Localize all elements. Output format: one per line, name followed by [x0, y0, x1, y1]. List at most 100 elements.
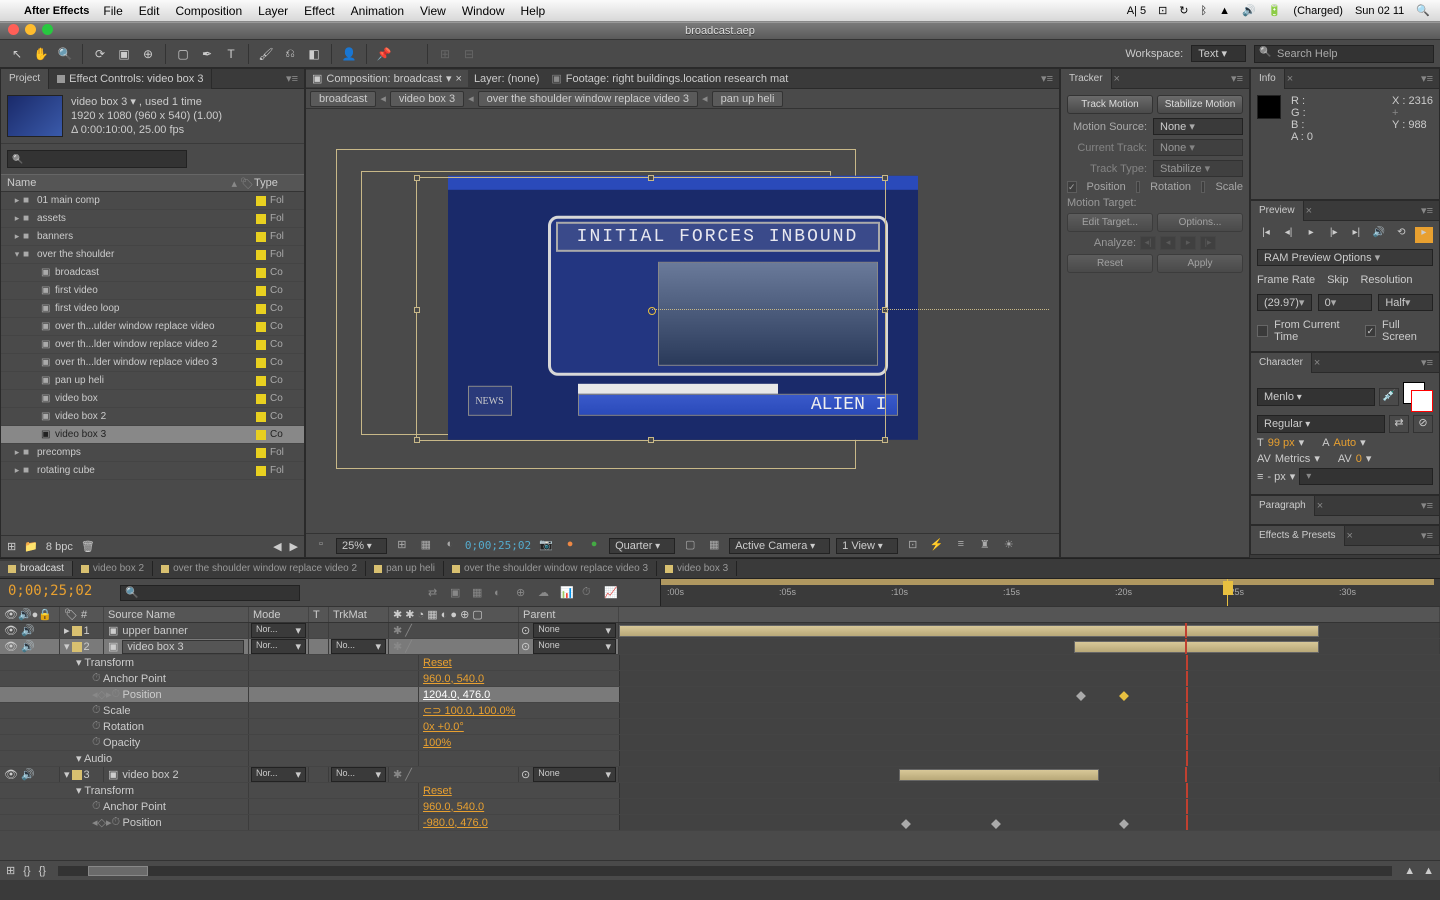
minimize-window-button[interactable] [25, 24, 36, 35]
property-row[interactable]: ⏱ Opacity100% [0, 735, 1440, 751]
timeline-ruler[interactable]: :00s:05s:10s:15s:20s:25s:30s [660, 579, 1440, 606]
tab-preview[interactable]: Preview [1251, 201, 1304, 221]
selection-tool-icon[interactable]: ↖ [6, 44, 28, 64]
app-name[interactable]: After Effects [24, 5, 89, 17]
battery-icon[interactable]: 🔋 [1268, 4, 1282, 17]
panel-menu-icon[interactable]: ▾≡ [1415, 529, 1439, 542]
prev-frame-icon[interactable]: ◂| [1280, 227, 1298, 243]
roi-icon[interactable]: ▢ [681, 538, 699, 554]
pixel-ar-icon[interactable]: ⊡ [904, 538, 922, 554]
property-group[interactable]: ▾ TransformReset [0, 655, 1440, 671]
tab-project[interactable]: Project [1, 69, 49, 89]
project-row[interactable]: ▸■rotating cubeFol [1, 462, 304, 480]
tab-character[interactable]: Character [1251, 353, 1312, 373]
play-icon[interactable]: ▸ [1302, 227, 1320, 243]
timeline-tab[interactable]: video box 2 [73, 561, 153, 576]
col-header-name[interactable]: Name [1, 177, 231, 189]
views-dropdown[interactable]: 1 View ▾ [836, 538, 898, 554]
delete-icon[interactable]: 🗑 [81, 540, 95, 553]
transparency-icon[interactable]: ▦ [705, 538, 723, 554]
menu-effect[interactable]: Effect [304, 4, 334, 18]
timeline-layers[interactable]: 👁 🔊▸1▣ upper bannerNor...▾✱ ╱⊙ None▾👁 🔊▾… [0, 623, 1440, 860]
loop-icon[interactable]: ⟲ [1392, 227, 1410, 243]
property-row[interactable]: ◂◇▸⏱ Position-980.0, 476.0 [0, 815, 1440, 831]
leading-value[interactable]: Auto [1334, 437, 1357, 449]
property-row[interactable]: ⏱ Anchor Point960.0, 540.0 [0, 671, 1440, 687]
timeline-tab[interactable]: pan up heli [366, 561, 444, 576]
channel-icon[interactable]: ● [585, 538, 603, 554]
tab-paragraph[interactable]: Paragraph [1251, 496, 1315, 516]
timeline-tab[interactable]: over the shoulder window replace video 2 [153, 561, 366, 576]
project-row[interactable]: ▣first videoCo [1, 282, 304, 300]
motion-source-dropdown[interactable]: None ▾ [1153, 118, 1243, 135]
panel-menu-icon[interactable]: ▾≡ [1415, 499, 1439, 512]
camera-dropdown[interactable]: Active Camera ▾ [729, 538, 830, 554]
pan-behind-tool-icon[interactable]: ⊕ [137, 44, 159, 64]
project-row[interactable]: ▣video boxCo [1, 390, 304, 408]
project-row[interactable]: ▣video box 3Co [1, 426, 304, 444]
panel-menu-icon[interactable]: ▾≡ [280, 72, 304, 85]
swap-colors-icon[interactable]: ⇄ [1389, 415, 1409, 433]
toggle-modes-icon[interactable]: {} [23, 865, 30, 877]
panel-menu-icon[interactable]: ▾≡ [1415, 356, 1439, 369]
framerate-dropdown[interactable]: (29.97)▾ [1257, 294, 1312, 311]
mute-icon[interactable]: 🔊 [1370, 227, 1388, 243]
project-row[interactable]: ▣over th...lder window replace video 2Co [1, 336, 304, 354]
fullscreen-checkbox[interactable]: ✓ [1365, 325, 1376, 337]
snapshot-icon[interactable]: 📷 [537, 538, 555, 554]
help-search-input[interactable]: Search Help [1254, 45, 1434, 63]
kerning-dropdown[interactable]: Metrics [1275, 453, 1310, 465]
tab-effects[interactable]: Effects & Presets [1251, 526, 1345, 546]
autokey-icon[interactable]: ⏱ [582, 586, 600, 599]
property-row[interactable]: ⏱ Scale⊂⊃ 100.0, 100.0% [0, 703, 1440, 719]
zoom-tool-icon[interactable]: 🔍 [54, 44, 76, 64]
layer-row[interactable]: 👁 🔊▾2▣ video box 3Nor...▾No...▾✱ ╱⊙ None… [0, 639, 1440, 655]
track-motion-button[interactable]: Track Motion [1067, 95, 1153, 114]
toggle-switches-icon[interactable]: ⊞ [6, 864, 15, 877]
grid-icon[interactable]: ⊞ [393, 538, 411, 554]
tab-tracker[interactable]: Tracker [1061, 69, 1112, 89]
graph-editor-icon[interactable]: 📈 [604, 586, 622, 599]
ram-preview-icon[interactable]: ▸ [1415, 227, 1433, 243]
camera-tool-icon[interactable]: ▣ [113, 44, 135, 64]
bc-item[interactable]: over the shoulder window replace video 3 [478, 91, 698, 107]
project-list[interactable]: ▸■01 main compFol▸■assetsFol▸■bannersFol… [1, 192, 304, 535]
menu-window[interactable]: Window [462, 4, 505, 18]
eyedropper-icon[interactable]: 💉 [1379, 388, 1399, 406]
tab-footage[interactable]: ▣ Footage: right buildings.location rese… [545, 70, 794, 87]
panel-menu-icon[interactable]: ▾≡ [1225, 72, 1249, 85]
timeline-tab[interactable]: over the shoulder window replace video 3 [444, 561, 657, 576]
project-search-input[interactable] [7, 150, 187, 168]
first-frame-icon[interactable]: |◂ [1257, 227, 1275, 243]
wifi-icon[interactable]: ▲ [1219, 5, 1230, 17]
brainstorm-icon[interactable]: ☁ [538, 586, 556, 599]
project-row[interactable]: ▣broadcastCo [1, 264, 304, 282]
tracking-value[interactable]: 0 [1356, 453, 1362, 465]
panel-menu-icon[interactable]: ▾≡ [1415, 204, 1439, 217]
zoom-dropdown[interactable]: 25% ▾ [336, 538, 387, 554]
channel-icon[interactable]: ● [561, 538, 579, 554]
eraser-tool-icon[interactable]: ◧ [303, 44, 325, 64]
panel-menu-icon[interactable]: ▾≡ [1415, 72, 1439, 85]
clone-tool-icon[interactable]: ⎌ [279, 44, 301, 64]
project-row[interactable]: ▣over th...lder window replace video 3Co [1, 354, 304, 372]
timeline-icon[interactable]: ≡ [952, 538, 970, 554]
stabilize-motion-button[interactable]: Stabilize Motion [1157, 95, 1243, 114]
stroke-value[interactable]: - px [1267, 471, 1285, 483]
property-row[interactable]: ⏱ Rotation0x +0.0° [0, 719, 1440, 735]
layer-row[interactable]: 👁 🔊▸1▣ upper bannerNor...▾✱ ╱⊙ None▾ [0, 623, 1440, 639]
mask-icon[interactable]: ◐ [441, 538, 459, 554]
comp-panel-menu-icon[interactable]: ▾≡ [1035, 72, 1059, 85]
clock[interactable]: Sun 02 11 [1355, 5, 1404, 17]
type-tool-icon[interactable]: T [220, 44, 242, 64]
property-row[interactable]: ◂◇▸⏱ Position1204.0, 476.0 [0, 687, 1440, 703]
color-swatches[interactable] [1403, 382, 1433, 412]
3d-icon[interactable]: ▦ [472, 586, 490, 599]
spotlight-icon[interactable]: 🔍 [1416, 4, 1430, 17]
menu-animation[interactable]: Animation [351, 4, 404, 18]
puppet-tool-icon[interactable]: 📌 [373, 44, 395, 64]
resolution-dropdown[interactable]: Quarter ▾ [609, 538, 675, 554]
bc-item[interactable]: broadcast [310, 91, 376, 107]
timeline-tab[interactable]: broadcast [0, 561, 73, 576]
dotted-square-icon[interactable]: ⊡ [1158, 4, 1167, 17]
